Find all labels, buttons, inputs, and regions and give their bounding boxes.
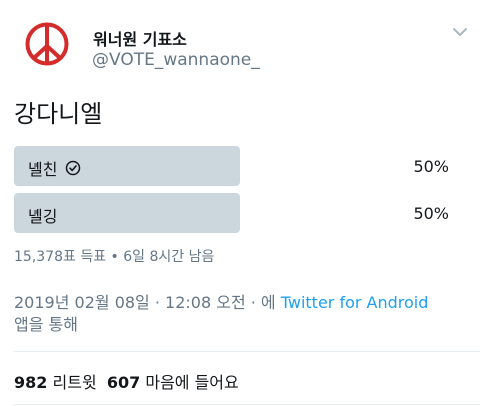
poll-option-percent: 50% bbox=[413, 157, 449, 176]
author-display-name[interactable]: 워너원 기표소 bbox=[93, 26, 187, 50]
likes-stat[interactable]: 607 마음에 들어요 bbox=[107, 373, 239, 392]
poll-option-label: 녤친 bbox=[28, 160, 58, 179]
check-circle-icon bbox=[65, 160, 81, 176]
poll-option-label: 녤깅 bbox=[28, 207, 58, 226]
divider bbox=[14, 404, 480, 405]
poll-option-label-wrap: 녤친 bbox=[28, 156, 81, 180]
poll-option[interactable]: 녤깅 50% bbox=[14, 193, 466, 233]
tweet-text: 강다니엘 bbox=[14, 100, 103, 128]
timestamp-suffix: 앱을 통해 bbox=[14, 315, 78, 334]
timestamp-date[interactable]: 2019년 02월 08일 · 12:08 오전 · 에 bbox=[14, 293, 276, 312]
poll-option[interactable]: 녤친 50% bbox=[14, 146, 466, 186]
likes-count: 607 bbox=[106, 373, 141, 392]
retweets-count: 982 bbox=[14, 373, 48, 392]
divider bbox=[14, 351, 480, 352]
chevron-down-icon[interactable] bbox=[451, 24, 469, 38]
source-link[interactable]: Twitter for Android bbox=[281, 293, 429, 312]
tweet-stats: 982 리트윗 607 마음에 들어요 bbox=[14, 369, 239, 393]
retweets-label: 리트윗 bbox=[52, 373, 97, 392]
tweet-timestamp: 2019년 02월 08일 · 12:08 오전 · 에 Twitter for… bbox=[14, 292, 466, 336]
author-handle[interactable]: @VOTE_wannaone_ bbox=[92, 50, 260, 70]
likes-label: 마음에 들어요 bbox=[145, 373, 239, 392]
peace-sign-icon bbox=[24, 21, 70, 67]
poll-option-percent: 50% bbox=[413, 204, 449, 223]
retweets-stat[interactable]: 982 리트윗 bbox=[14, 373, 97, 392]
poll-option-label-wrap: 녤깅 bbox=[28, 203, 57, 227]
avatar[interactable] bbox=[24, 21, 70, 67]
poll-meta: 15,378표 득표 • 6일 8시간 남음 bbox=[14, 249, 215, 265]
